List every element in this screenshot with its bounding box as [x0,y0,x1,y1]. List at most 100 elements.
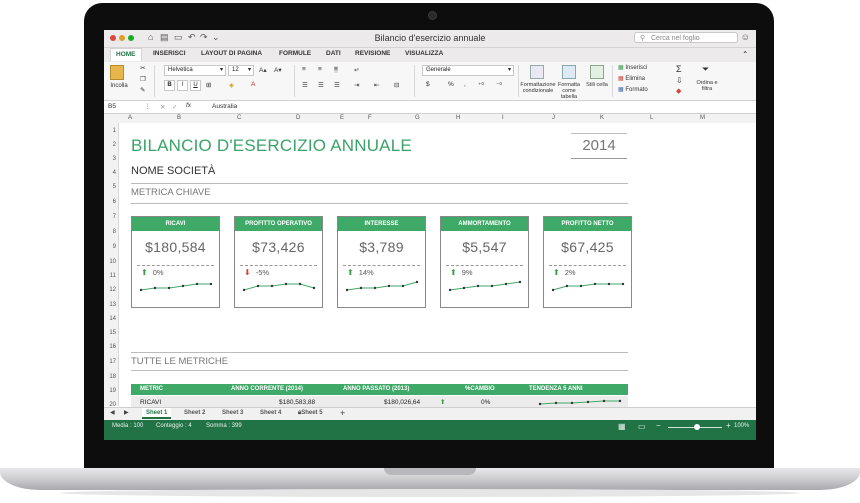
column-header[interactable]: I [502,115,504,121]
insert-cells-button[interactable]: ▦ Inserisci [618,64,647,71]
row-header[interactable]: 1 [113,128,116,134]
normal-view-icon[interactable]: ▦ [618,422,626,431]
kpi-card-operating-profit[interactable]: PROFITTO OPERATIVO $73,426 ⬇ -5% [234,216,323,308]
increase-font-icon[interactable]: A▴ [259,66,267,74]
delete-cells-button[interactable]: ▦ Elimina [618,75,645,82]
row-header[interactable]: 10 [109,259,116,265]
indent-icon[interactable]: ⇥ [354,81,359,89]
tab-view[interactable]: VISUALIZZA [405,50,443,57]
outdent-icon[interactable]: ⇤ [374,81,379,89]
account-icon[interactable]: ☺ [741,32,750,42]
cell-styles-icon[interactable] [590,65,604,79]
column-title[interactable]: ANNO CORRENTE (2014) [231,386,303,392]
kpi-card-revenue[interactable]: RICAVI $180,584 ⬆ 0% [131,216,220,308]
name-box[interactable]: B5 [108,103,116,110]
column-header[interactable]: M [700,115,705,121]
bold-button[interactable]: B [164,80,175,91]
column-header[interactable]: B [177,115,181,121]
row-header[interactable]: 8 [113,229,116,235]
search-sheet-input[interactable]: ⚲ Cerca nel foglio [634,32,738,43]
comma-icon[interactable]: , [464,81,466,88]
formula-input[interactable]: Australia [212,103,237,110]
tab-data[interactable]: DATI [326,50,341,57]
format-cells-button[interactable]: ▦ Formato [618,86,648,93]
fill-color-icon[interactable]: ◈ [229,81,234,89]
column-header[interactable]: J [552,115,555,121]
conditional-format-icon[interactable] [530,65,544,79]
format-table-button[interactable]: Formatta come tabella [554,82,584,100]
row-header[interactable]: 7 [113,214,116,220]
row-header[interactable]: 2 [113,142,116,148]
row-header[interactable]: 16 [109,344,116,350]
align-middle-icon[interactable]: ≡ [318,66,322,73]
align-right-icon[interactable]: ☰ [334,81,340,89]
insert-function-button[interactable]: fx [186,102,191,109]
tab-page-layout[interactable]: LAYOUT DI PAGINA [201,50,262,57]
kpi-card-interest[interactable]: INTERESSE $3,789 ⬆ 14% [337,216,426,308]
worksheet[interactable]: BILANCIO D'ESERCIZIO ANNUALE 2014 NOME S… [119,123,756,436]
sheet-tab-5[interactable]: 🔒︎Sheet 5 [294,408,327,419]
copy-icon[interactable]: ❐ [140,75,146,83]
column-title[interactable]: TENDENZA 5 ANNI [529,386,583,392]
borders-icon[interactable]: ⊞ [206,81,211,89]
fill-icon[interactable]: ⇩ [676,76,683,85]
row-header[interactable]: 12 [109,287,116,293]
confirm-icon[interactable]: ✓ [172,103,177,111]
year-cell[interactable]: 2014 [571,133,627,159]
sort-filter-button[interactable]: Ordina e filtra [694,80,720,92]
tab-insert[interactable]: INSERISCI [153,50,186,57]
next-sheet-icon[interactable]: ▶ [124,409,129,416]
tab-formulas[interactable]: FORMULE [279,50,311,57]
zoom-slider[interactable] [668,424,722,430]
row-header[interactable]: 18 [109,374,116,380]
font-family-select[interactable]: Helvetica ▾ [164,65,226,76]
sheet-tab-4[interactable]: Sheet 4 [256,408,285,419]
company-name[interactable]: NOME SOCIETÀ [131,165,215,177]
cell-styles-button[interactable]: Stili cella [586,82,608,88]
increase-decimal-icon[interactable]: ⁺⁰ [478,81,484,89]
italic-button[interactable]: I [177,80,188,91]
column-header[interactable]: E [340,115,344,121]
currency-button[interactable]: $ [426,81,430,88]
sort-filter-icon[interactable]: ⏷ [702,64,709,75]
merge-icon[interactable]: ⊟ [394,81,399,89]
font-color-icon[interactable]: A [251,81,255,88]
align-top-icon[interactable]: ≡ [302,66,306,73]
row-header[interactable]: 19 [109,388,116,394]
underline-button[interactable]: U [190,80,201,91]
column-header[interactable]: F [368,115,372,121]
sheet-tab-2[interactable]: Sheet 2 [180,408,209,419]
decrease-decimal-icon[interactable]: ⁻⁰ [496,81,502,89]
row-header[interactable]: 14 [109,316,116,322]
row-header[interactable]: 9 [113,244,116,250]
column-header[interactable]: D [296,115,300,121]
chevron-down-icon[interactable]: ⋮ [144,102,151,110]
column-header[interactable]: A [128,115,132,121]
align-left-icon[interactable]: ☰ [302,81,308,89]
wrap-text-icon[interactable]: ↵ [354,66,359,74]
paste-icon[interactable] [110,65,124,80]
decrease-font-icon[interactable]: A▾ [274,66,282,74]
column-header[interactable]: K [600,115,604,121]
row-header[interactable]: 4 [113,170,116,176]
row-header[interactable]: 5 [113,184,116,190]
paste-button[interactable]: Incolla [106,83,132,89]
kpi-card-depreciation[interactable]: AMMORTAMENTO $5,547 ⬆ 9% [440,216,529,308]
percent-button[interactable]: % [448,81,454,88]
zoom-in-button[interactable]: + [726,421,731,430]
cut-icon[interactable]: ✂ [140,64,145,72]
font-size-select[interactable]: 12 ▾ [228,65,254,76]
first-sheet-icon[interactable]: ◀ [110,409,115,416]
zoom-slider-handle[interactable] [694,424,700,430]
tab-review[interactable]: REVISIONE [355,50,390,57]
align-center-icon[interactable]: ☰ [318,81,324,89]
column-title[interactable]: %CAMBIO [465,386,495,392]
tab-home[interactable]: HOME [110,48,142,61]
zoom-out-button[interactable]: − [656,421,661,430]
row-header[interactable]: 13 [109,302,116,308]
row-header[interactable]: 11 [110,273,116,279]
clear-icon[interactable]: ◆ [676,87,681,95]
page-layout-view-icon[interactable]: ▭ [638,422,646,431]
column-header[interactable]: G [415,115,420,121]
kpi-card-net-profit[interactable]: PROFITTO NETTO $67,425 ⬆ 2% [543,216,632,308]
